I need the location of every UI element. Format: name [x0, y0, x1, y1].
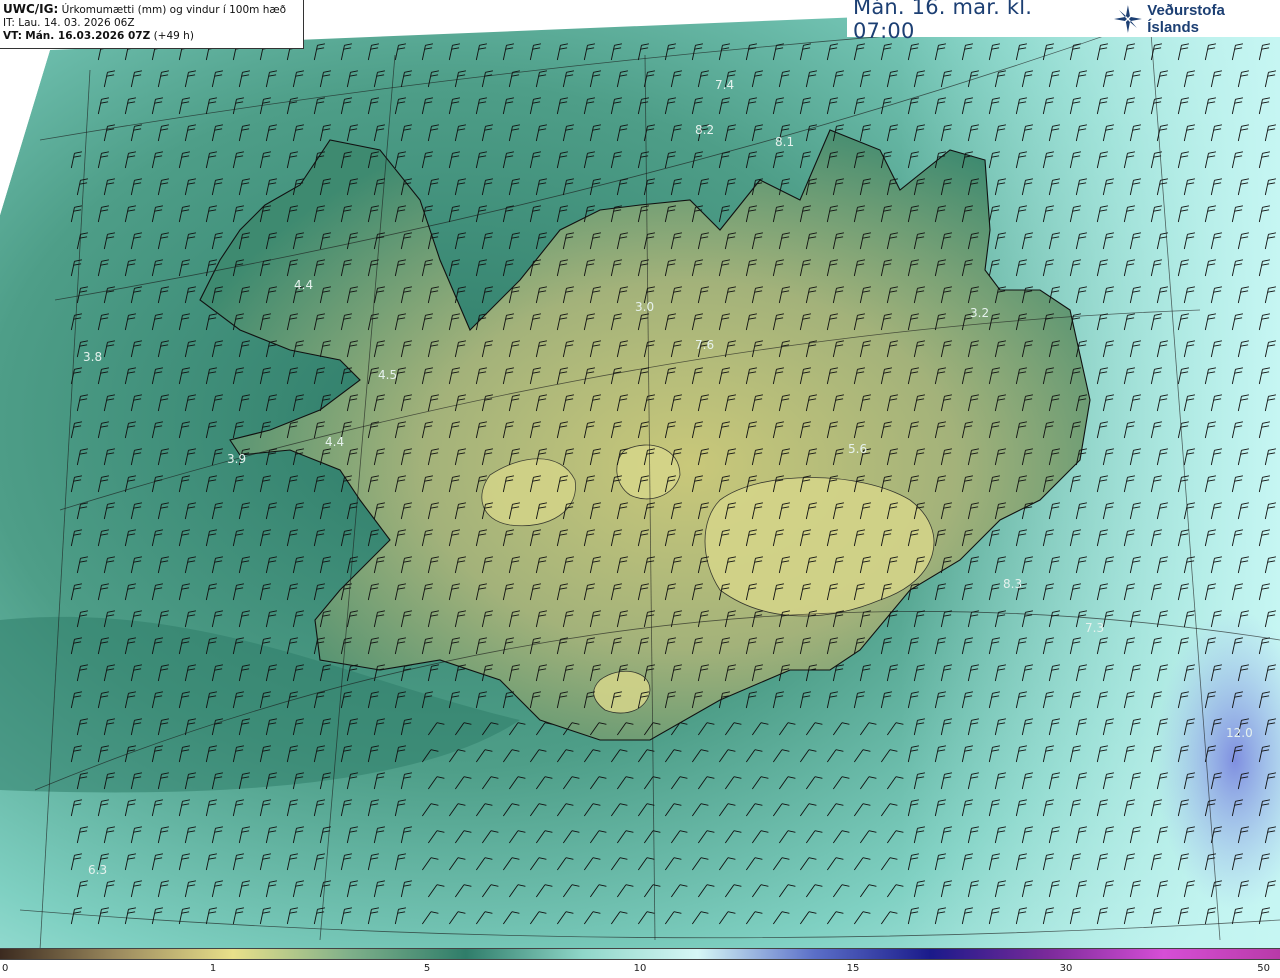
precip-value-label: 7.4 — [715, 78, 734, 92]
forecast-date: Mán. 16. mar. kl. 07:00 — [853, 0, 1033, 43]
initial-time: IT: Lau. 14. 03. 2026 06Z — [3, 17, 135, 29]
valid-time: Mán. 16.03.2026 07Z — [25, 30, 151, 42]
colorbar-tick-label: 10 — [633, 963, 647, 974]
valid-prefix: VT: — [3, 30, 22, 42]
precip-value-label: 5.6 — [848, 442, 867, 456]
colorbar-ticks: 0 1 5 10 15 30 50 — [0, 960, 1280, 978]
precip-value-label: 3.9 — [227, 452, 246, 466]
precip-value-label: 4.4 — [294, 278, 313, 292]
precip-value-label: 8.2 — [695, 123, 714, 137]
precip-value-label: 8.3 — [1003, 577, 1022, 591]
header-box: Mán. 16. mar. kl. 07:00 Veðurstofa Íslan… — [847, 0, 1280, 43]
info-box: UWC/IG: Úrkomumætti (mm) og vindur í 100… — [0, 0, 304, 49]
info-title: UWC/IG: Úrkomumætti (mm) og vindur í 100… — [3, 3, 303, 17]
star-wind-icon — [1114, 4, 1143, 33]
precip-value-label: 4.4 — [325, 435, 344, 449]
brand[interactable]: Veðurstofa Íslands — [1113, 2, 1280, 36]
precip-value-label: 3.0 — [635, 300, 654, 314]
map-area[interactable]: 7.4 8.2 8.1 4.4 3.0 3.2 3.8 4.5 7.6 4.4 3.9 5.6 8.3 7… — [0, 0, 1280, 948]
precip-value-label: 4.5 — [378, 368, 397, 382]
lead-time: (+49 h) — [153, 30, 194, 42]
precipitation-map: 7.4 8.2 8.1 4.4 3.0 3.2 3.8 4.5 7.6 4.4 3.9 5.6 8.3 7… — [0, 0, 1280, 948]
colorbar-tick-label: 0 — [2, 963, 9, 974]
precip-value-label: 6.3 — [88, 863, 107, 877]
valid-time-row: VT: Mán. 16.03.2026 07Z (+49 h) — [3, 30, 303, 43]
precip-value-label: 8.1 — [775, 135, 794, 149]
colorbar-tick-label: 15 — [846, 963, 860, 974]
colorbar-tick-label: 5 — [423, 963, 431, 974]
colorbar-tick-label: 1 — [209, 963, 217, 974]
precip-value-label: 3.8 — [83, 350, 102, 364]
colorbar — [0, 948, 1280, 960]
precip-value-label: 12.0 — [1226, 726, 1253, 740]
model-name: UWC/IG: — [3, 2, 59, 16]
precip-value-label: 3.2 — [970, 306, 989, 320]
product-name: Úrkomumætti (mm) og vindur í 100m hæð — [58, 4, 287, 16]
brand-name: Veðurstofa Íslands — [1147, 1, 1225, 36]
colorbar-tick-label: 30 — [1059, 963, 1073, 974]
precip-value-label: 7.3 — [1085, 621, 1104, 635]
colorbar-tick-label: 50 — [1257, 963, 1270, 974]
precip-value-label: 7.6 — [695, 338, 714, 352]
